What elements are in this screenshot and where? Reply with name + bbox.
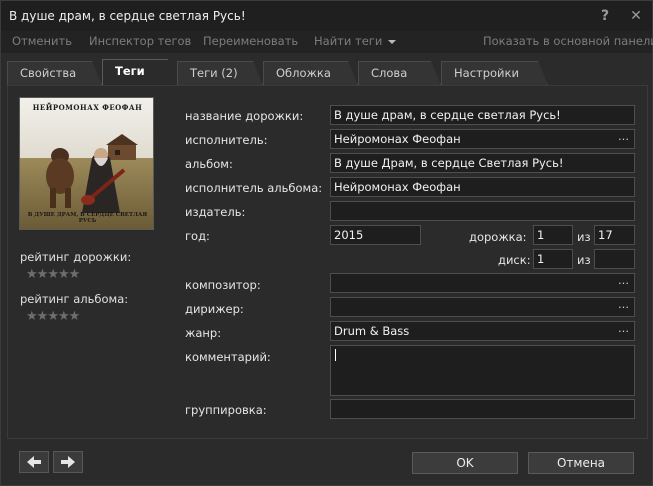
- artist-more-button[interactable]: …: [618, 130, 629, 143]
- tag-editor-window: В душе драм, в сердце светлая Русь! ? ✕ …: [0, 0, 653, 486]
- artist-value: Нейромонах Феофан: [334, 132, 461, 146]
- window-title: В душе драм, в сердце светлая Русь!: [9, 9, 246, 23]
- album-artist-input[interactable]: Нейромонах Феофан: [330, 177, 635, 197]
- help-icon[interactable]: ?: [597, 7, 613, 25]
- genre-label: жанр:: [185, 326, 222, 340]
- tab-tags[interactable]: Теги: [102, 59, 178, 86]
- menu-bar: Отменить Инспектор тегов Переименовать Н…: [1, 31, 653, 53]
- publisher-label: издатель:: [185, 205, 246, 219]
- tab-settings[interactable]: Настройки: [441, 61, 548, 85]
- composer-input[interactable]: …: [330, 273, 635, 293]
- track-rating-label: рейтинг дорожки:: [20, 250, 132, 264]
- star-icon[interactable]: ★: [58, 267, 70, 282]
- previous-track-button[interactable]: [19, 451, 49, 473]
- star-icon[interactable]: ★: [37, 309, 49, 324]
- tab-tags-2[interactable]: Теги (2): [177, 61, 263, 85]
- text-cursor: [335, 349, 336, 361]
- star-icon[interactable]: ★: [37, 267, 49, 282]
- arrow-left-icon: [27, 456, 41, 468]
- find-tags-label: Найти теги: [314, 34, 383, 48]
- publisher-input[interactable]: [330, 201, 635, 221]
- star-icon[interactable]: ★: [26, 309, 38, 324]
- track-rating-stars[interactable]: ★★★★★: [26, 267, 81, 282]
- rename-menu-item[interactable]: Переименовать: [203, 34, 298, 48]
- album-rating-label: рейтинг альбома:: [20, 292, 129, 306]
- tab-properties[interactable]: Свойства: [7, 61, 102, 85]
- find-tags-menu-item[interactable]: Найти теги: [314, 34, 397, 48]
- grouping-label: группировка:: [185, 403, 267, 417]
- disc-number-input[interactable]: 1: [533, 249, 573, 269]
- album-cover-art: [20, 98, 153, 229]
- star-icon[interactable]: ★: [26, 267, 38, 282]
- composer-more-button[interactable]: …: [618, 274, 629, 287]
- year-label: год:: [185, 229, 210, 243]
- album-rating-stars[interactable]: ★★★★★: [26, 309, 81, 324]
- next-track-button[interactable]: [53, 451, 83, 473]
- star-icon[interactable]: ★: [47, 267, 59, 282]
- arrow-right-icon: [61, 456, 75, 468]
- album-cover-image: НЕЙРОМОНАХ ФЕОФАН В ДУШЕ ДРАМ, В СЕРДЦЕ …: [19, 97, 154, 230]
- album-cover-title: НЕЙРОМОНАХ ФЕОФАН: [32, 103, 143, 112]
- album-label: альбом:: [185, 157, 233, 171]
- track-total-input[interactable]: 17: [594, 225, 635, 245]
- year-input[interactable]: 2015: [330, 225, 421, 245]
- star-icon[interactable]: ★: [69, 309, 81, 324]
- genre-more-button[interactable]: …: [618, 322, 629, 335]
- genre-input[interactable]: Drum & Bass …: [330, 321, 635, 341]
- disc-of-label: из: [577, 253, 591, 267]
- track-number-label: дорожка:: [469, 230, 527, 244]
- comment-label: комментарий:: [185, 350, 271, 364]
- show-in-main-panel-menu-item[interactable]: Показать в основной панели: [483, 34, 653, 48]
- artist-input[interactable]: Нейромонах Феофан …: [330, 129, 635, 149]
- cancel-button[interactable]: Отмена: [528, 452, 634, 474]
- album-cover-subtitle: В ДУШЕ ДРАМ, В СЕРДЦЕ СВЕТЛАЯ РУСЬ: [27, 212, 148, 224]
- disc-number-label: диск:: [498, 253, 531, 267]
- grouping-input[interactable]: [330, 399, 635, 419]
- artist-label: исполнитель:: [185, 133, 268, 147]
- star-icon[interactable]: ★: [69, 267, 81, 282]
- close-icon[interactable]: ✕: [628, 7, 644, 25]
- disc-total-input[interactable]: [594, 249, 635, 269]
- star-icon[interactable]: ★: [47, 309, 59, 324]
- tab-strip: Свойства Теги (2) Обложка Слова Настройк…: [1, 55, 652, 85]
- track-title-input[interactable]: В душе драм, в сердце светлая Русь!: [330, 105, 635, 125]
- title-bar: В душе драм, в сердце светлая Русь! ? ✕: [1, 1, 652, 31]
- track-title-label: название дорожки:: [185, 109, 304, 123]
- ok-button[interactable]: OK: [412, 452, 518, 474]
- tab-lyrics[interactable]: Слова: [358, 61, 441, 85]
- undo-menu-item[interactable]: Отменить: [12, 34, 72, 48]
- genre-value: Drum & Bass: [334, 324, 410, 338]
- conductor-label: дирижер:: [185, 302, 244, 316]
- album-input[interactable]: В душе Драм, в сердце Светлая Русь!: [330, 153, 635, 173]
- conductor-more-button[interactable]: …: [618, 298, 629, 311]
- comment-textarea[interactable]: [330, 345, 635, 396]
- chevron-down-icon: [388, 39, 397, 44]
- tag-inspector-menu-item[interactable]: Инспектор тегов: [89, 34, 191, 48]
- album-artist-label: исполнитель альбома:: [185, 181, 323, 195]
- track-of-label: из: [577, 230, 591, 244]
- track-number-input[interactable]: 1: [533, 225, 573, 245]
- star-icon[interactable]: ★: [58, 309, 70, 324]
- tab-cover[interactable]: Обложка: [263, 61, 358, 85]
- conductor-input[interactable]: …: [330, 297, 635, 317]
- composer-label: композитор:: [185, 278, 261, 292]
